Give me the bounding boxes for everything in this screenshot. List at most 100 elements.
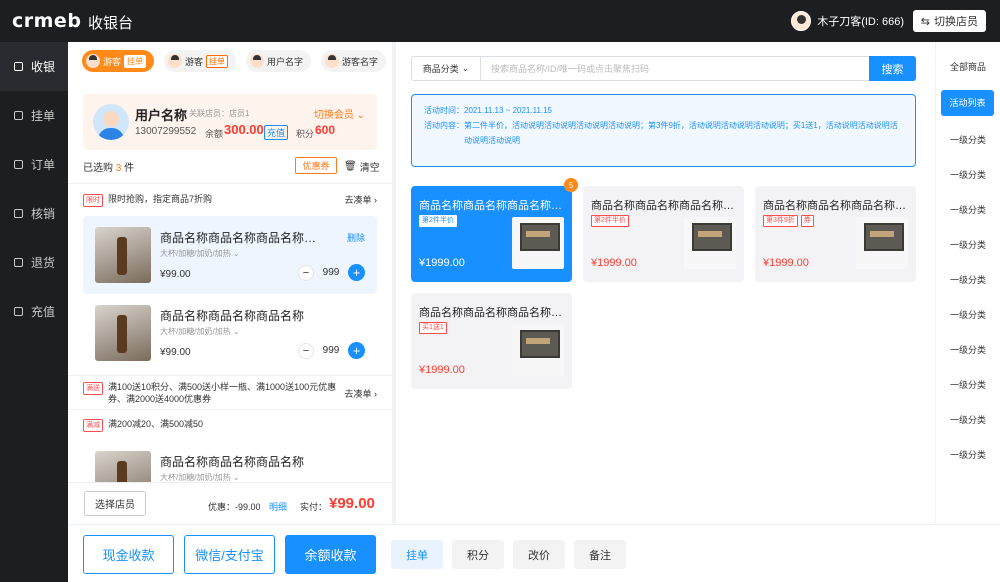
- category-item[interactable]: 全部商品: [936, 54, 1000, 80]
- page-title: 收银台: [88, 15, 134, 32]
- recharge-button[interactable]: 充值: [264, 125, 289, 140]
- guest-tab[interactable]: 游客 挂单: [82, 50, 155, 72]
- category-item[interactable]: 一级分类: [936, 267, 1000, 293]
- cart-item[interactable]: 商品名称商品名称商品名称商品名称 删除 大杯/加糖/加奶/加热 ⌄ ¥99.00…: [83, 216, 377, 294]
- quantity-badge: 5: [564, 178, 578, 192]
- select-staff-button[interactable]: 选择店员: [84, 491, 146, 516]
- guest-tab[interactable]: 游客名字: [321, 50, 387, 72]
- category-item[interactable]: 一级分类: [936, 197, 1000, 223]
- product-card[interactable]: 商品名称商品名称商品名称商品名称 买1送1 ¥1999.00: [411, 293, 572, 389]
- return-icon: [14, 258, 23, 267]
- category-item[interactable]: 一级分类: [936, 372, 1000, 398]
- note-button[interactable]: 备注: [574, 540, 626, 569]
- coupon-tag: 券: [800, 215, 814, 227]
- coupon-button[interactable]: 优惠券: [295, 157, 337, 174]
- product-card[interactable]: 商品名称商品名称商品名称商品名称 第2件半价 ¥1999.00: [583, 186, 744, 282]
- member-balance: 300.00: [224, 122, 264, 137]
- product-thumbnail: [95, 305, 151, 361]
- guest-avatar-icon: [168, 54, 183, 68]
- search-button[interactable]: 搜索: [869, 56, 916, 81]
- product-card[interactable]: 商品名称商品名称商品名称商品名称 第2件半价 ¥1999.00 5: [411, 178, 578, 282]
- item-spec[interactable]: 大杯/加糖/加奶/加热 ⌄: [160, 248, 240, 259]
- discount-text: 优惠：-99.00: [208, 502, 261, 512]
- delete-button[interactable]: 删除: [347, 231, 365, 244]
- chevron-down-icon: ⌄: [461, 63, 470, 73]
- guest-avatar-icon: [325, 54, 340, 68]
- category-nav: 全部商品 活动列表 一级分类 一级分类 一级分类 一级分类 一级分类 一级分类 …: [936, 42, 1000, 524]
- sidebar-item-recharge[interactable]: 充值: [0, 287, 68, 336]
- cart-panel: 游客 挂单 游客 挂单 用户名字 游客名字 用户名称 关联店员：店员1 切换会员 ⌄…: [68, 42, 392, 524]
- guest-tabs: 游客 挂单 游客 挂单 用户名字 游客名字: [82, 50, 392, 74]
- product-card[interactable]: 商品名称商品名称商品名称商品名称 第3件9折券 ¥1999.00: [755, 186, 916, 282]
- go-order-link[interactable]: 去凑单 ›: [344, 387, 377, 400]
- user-name: 木子刀客(ID: 666): [817, 16, 904, 28]
- sidebar-item-verify[interactable]: 核销: [0, 189, 68, 238]
- quantity-stepper: − 999 +: [298, 264, 365, 281]
- promo-tag: 买1送1: [419, 322, 447, 334]
- sidebar-item-orders[interactable]: 订单: [0, 140, 68, 189]
- paid-amount: ¥99.00: [329, 495, 375, 512]
- sidebar: 收银 挂单 订单 核销 退货 充值: [0, 42, 68, 582]
- category-item[interactable]: 一级分类: [936, 302, 1000, 328]
- category-item[interactable]: 一级分类: [936, 337, 1000, 363]
- clear-button[interactable]: 🗑 清空: [344, 159, 380, 174]
- product-panel: 商品分类 ⌄ 搜索商品名称/ID/唯一码或点击聚焦扫码 搜索 活动时间： 2021.…: [396, 42, 935, 524]
- selected-count: 已选购 3 件: [83, 163, 135, 174]
- chevron-down-icon: ⌄: [356, 110, 365, 121]
- category-item[interactable]: 一级分类: [936, 162, 1000, 188]
- search-input[interactable]: 搜索商品名称/ID/唯一码或点击聚焦扫码: [481, 57, 869, 80]
- user-info[interactable]: 木子刀客(ID: 666): [791, 11, 904, 31]
- cashier-icon: [14, 62, 23, 71]
- category-item[interactable]: 一级分类: [936, 407, 1000, 433]
- switch-member-button[interactable]: 切换会员 ⌄: [314, 106, 365, 121]
- detail-link[interactable]: 明细: [269, 500, 287, 513]
- change-price-button[interactable]: 改价: [513, 540, 565, 569]
- user-switch-icon: ⇆: [920, 15, 930, 28]
- product-thumbnail: [512, 217, 564, 269]
- divider: [68, 375, 392, 376]
- sidebar-item-cashier[interactable]: 收银: [0, 42, 68, 91]
- minus-icon[interactable]: −: [298, 264, 314, 281]
- switch-store-button[interactable]: ⇆ 切换店员: [912, 10, 986, 32]
- plus-icon[interactable]: +: [348, 342, 365, 359]
- guest-tab[interactable]: 游客 挂单: [164, 50, 237, 72]
- plus-icon[interactable]: +: [348, 264, 365, 281]
- member-avatar: [93, 104, 129, 140]
- guest-tab[interactable]: 用户名字: [246, 50, 312, 72]
- product-thumbnail: [684, 217, 736, 269]
- cash-pay-button[interactable]: 现金收款: [83, 535, 174, 574]
- wechat-alipay-button[interactable]: 微信/支付宝: [184, 535, 275, 574]
- promo-row: 限时 限时抢购，指定商品7折购 去凑单 ›: [83, 193, 377, 207]
- promo-tag: 第2件半价: [591, 215, 629, 227]
- item-spec[interactable]: 大杯/加糖/加奶/加热 ⌄: [160, 326, 240, 337]
- verify-icon: [14, 209, 23, 218]
- trash-icon: 🗑: [344, 161, 357, 172]
- hold-icon: [14, 111, 23, 120]
- promo-tag: 第3件9折: [763, 215, 798, 227]
- category-item[interactable]: 一级分类: [936, 442, 1000, 468]
- sidebar-item-hold[interactable]: 挂单: [0, 91, 68, 140]
- guest-avatar-icon: [250, 54, 265, 68]
- recharge-icon: [14, 307, 23, 316]
- search-bar: 商品分类 ⌄ 搜索商品名称/ID/唯一码或点击聚焦扫码 搜索: [411, 56, 916, 81]
- minus-icon[interactable]: −: [298, 342, 314, 359]
- cart-footer: 选择店员 优惠：-99.00 明细 实付： ¥99.00: [68, 482, 392, 524]
- cart-item[interactable]: 商品名称商品名称商品名称 大杯/加糖/加奶/加热 ⌄ ¥99.00 − 999 …: [83, 294, 377, 372]
- activity-info: 活动时间： 2021.11.13 ~ 2021.11.15 活动内容： 第二件半价，…: [411, 94, 916, 167]
- promo-tag: 第2件半价: [419, 215, 457, 227]
- promo-row: 满减 满200减20、满500减50: [83, 418, 377, 432]
- divider: [68, 183, 392, 184]
- category-select[interactable]: 商品分类 ⌄: [412, 57, 481, 80]
- sidebar-item-return[interactable]: 退货: [0, 238, 68, 287]
- points-button[interactable]: 积分: [452, 540, 504, 569]
- member-points: 600: [315, 123, 336, 137]
- balance-pay-button[interactable]: 余额收款: [285, 535, 376, 574]
- hold-order-button[interactable]: 挂单: [391, 540, 443, 569]
- guest-avatar-icon: [86, 54, 100, 68]
- category-item[interactable]: 一级分类: [936, 127, 1000, 153]
- category-item[interactable]: 一级分类: [936, 232, 1000, 258]
- go-order-link[interactable]: 去凑单 ›: [344, 193, 377, 206]
- category-item[interactable]: 活动列表: [941, 90, 994, 116]
- quantity-stepper: − 999 +: [298, 342, 365, 359]
- bottom-bar: 现金收款 微信/支付宝 余额收款 挂单 积分 改价 备注: [68, 524, 1000, 582]
